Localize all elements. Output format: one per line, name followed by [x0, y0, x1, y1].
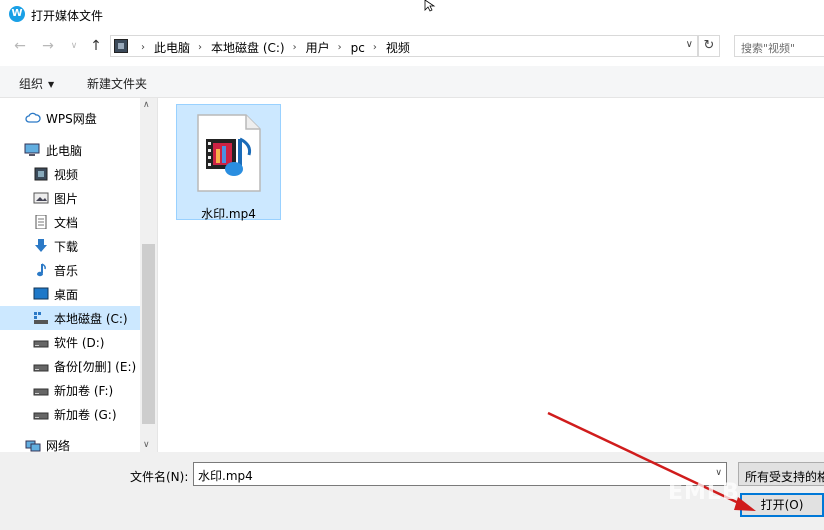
sidebar-item-drive-d[interactable]: 软件 (D:) — [0, 330, 140, 354]
drive-icon — [33, 412, 49, 420]
video-folder-icon — [34, 167, 48, 181]
chevron-right-icon: › — [372, 42, 377, 53]
navigation-pane: WPS网盘 此电脑 视频 图片 文档 下载 音乐 桌面 本地磁盘 (C:) 软件… — [0, 98, 157, 453]
breadcrumb-this-pc[interactable]: 此电脑 — [154, 39, 190, 56]
new-folder-button[interactable]: 新建文件夹 — [87, 75, 147, 92]
sidebar-item-documents[interactable]: 文档 — [0, 210, 140, 234]
search-input[interactable]: 搜索"视频" — [734, 35, 824, 57]
breadcrumb-pc[interactable]: pc — [351, 41, 365, 55]
up-arrow-icon[interactable]: ↑ — [88, 38, 104, 54]
address-bar[interactable]: › 此电脑 › 本地磁盘 (C:) › 用户 › pc › 视频 ∨ — [110, 35, 698, 57]
file-name: 水印.mp4 — [201, 207, 256, 221]
sidebar-item-label: 桌面 — [54, 287, 79, 302]
sidebar-item-drive-f[interactable]: 新加卷 (F:) — [0, 378, 140, 402]
drive-icon — [33, 388, 49, 396]
media-file-icon — [197, 114, 261, 192]
drive-icon — [33, 364, 49, 372]
sidebar-item-wps-cloud[interactable]: WPS网盘 — [0, 106, 140, 130]
sidebar-item-desktop[interactable]: 桌面 — [0, 282, 140, 306]
refresh-icon[interactable]: ↻ — [698, 35, 720, 57]
sidebar-item-downloads[interactable]: 下载 — [0, 234, 140, 258]
sidebar-item-label: 软件 (D:) — [54, 335, 105, 350]
file-type-label: 所有受支持的格 — [745, 470, 824, 484]
sidebar-item-drive-e[interactable]: 备份[勿删] (E:) — [0, 354, 140, 378]
download-icon — [35, 239, 47, 252]
breadcrumb-users[interactable]: 用户 — [306, 39, 330, 56]
network-icon — [25, 440, 41, 452]
cloud-icon — [25, 112, 41, 123]
sidebar-item-label: 备份[勿删] (E:) — [54, 359, 137, 374]
sidebar-item-label: WPS网盘 — [46, 111, 97, 126]
sidebar-item-label: 此电脑 — [46, 143, 83, 158]
sidebar-scrollbar[interactable]: ∧ ∨ — [140, 98, 157, 452]
breadcrumb-local-disk[interactable]: 本地磁盘 (C:) — [211, 39, 285, 56]
chevron-right-icon: › — [198, 42, 203, 53]
wps-logo-icon: W — [9, 6, 25, 22]
breadcrumb-videos[interactable]: 视频 — [386, 39, 410, 56]
sidebar-item-label: 视频 — [54, 167, 79, 182]
forward-arrow-icon[interactable]: → — [40, 38, 56, 54]
search-placeholder: 搜索"视频" — [741, 42, 796, 55]
file-item[interactable]: 水印.mp4 — [176, 104, 281, 221]
sidebar-item-label: 网络 — [46, 438, 71, 453]
recent-locations-chevron-icon[interactable]: ∨ — [66, 38, 82, 54]
filename-field[interactable]: 水印.mp4 ∨ — [193, 462, 727, 486]
video-folder-icon — [114, 39, 128, 53]
sidebar-item-videos[interactable]: 视频 — [0, 162, 140, 186]
scrollbar-thumb[interactable] — [142, 244, 155, 424]
open-button[interactable]: 打开(O) — [740, 493, 824, 517]
sidebar-item-label: 下载 — [54, 239, 79, 254]
back-arrow-icon[interactable]: ← — [12, 38, 28, 54]
pictures-folder-icon — [33, 192, 49, 204]
title-bar: W 打开媒体文件 — [0, 0, 824, 30]
caret-down-icon: ▼ — [48, 80, 55, 89]
command-toolbar: 组织 ▼ 新建文件夹 — [0, 66, 824, 98]
sidebar-item-label: 图片 — [54, 191, 79, 206]
file-list: 水印.mp4 — [157, 98, 824, 452]
drive-icon — [33, 340, 49, 348]
watermark-logo: EMLB — [668, 480, 740, 505]
filename-value: 水印.mp4 — [198, 469, 253, 483]
system-drive-icon — [34, 312, 48, 324]
organize-label: 组织 — [19, 77, 44, 91]
chevron-down-icon[interactable]: ∨ — [143, 440, 150, 450]
chevron-down-icon[interactable]: ∨ — [715, 468, 722, 478]
sidebar-item-drive-g[interactable]: 新加卷 (G:) — [0, 402, 140, 426]
sidebar-item-label: 文档 — [54, 215, 79, 230]
sidebar-item-label: 音乐 — [54, 263, 79, 278]
documents-folder-icon — [35, 215, 47, 229]
organize-button[interactable]: 组织 ▼ — [19, 75, 54, 92]
filename-label: 文件名(N): — [130, 470, 189, 484]
sidebar-item-this-pc[interactable]: 此电脑 — [0, 138, 140, 162]
sidebar-item-local-disk-c[interactable]: 本地磁盘 (C:) — [0, 306, 140, 330]
chevron-right-icon: › — [292, 42, 297, 53]
mouse-cursor-icon — [424, 0, 436, 12]
computer-icon — [24, 143, 40, 156]
window-title: 打开媒体文件 — [31, 9, 104, 23]
chevron-right-icon: › — [141, 42, 145, 53]
sidebar-item-label: 新加卷 (G:) — [54, 407, 117, 422]
chevron-up-icon[interactable]: ∧ — [143, 100, 150, 110]
chevron-down-icon[interactable]: ∨ — [686, 39, 693, 50]
sidebar-item-label: 本地磁盘 (C:) — [54, 311, 128, 326]
desktop-icon — [33, 287, 49, 300]
breadcrumb: › 此电脑 › 本地磁盘 (C:) › 用户 › pc › 视频 — [133, 39, 410, 56]
sidebar-item-pictures[interactable]: 图片 — [0, 186, 140, 210]
sidebar-item-label: 新加卷 (F:) — [54, 383, 114, 398]
chevron-right-icon: › — [337, 42, 342, 53]
music-icon — [37, 263, 46, 277]
file-type-select[interactable]: 所有受支持的格 — [738, 462, 824, 486]
sidebar-item-music[interactable]: 音乐 — [0, 258, 140, 282]
